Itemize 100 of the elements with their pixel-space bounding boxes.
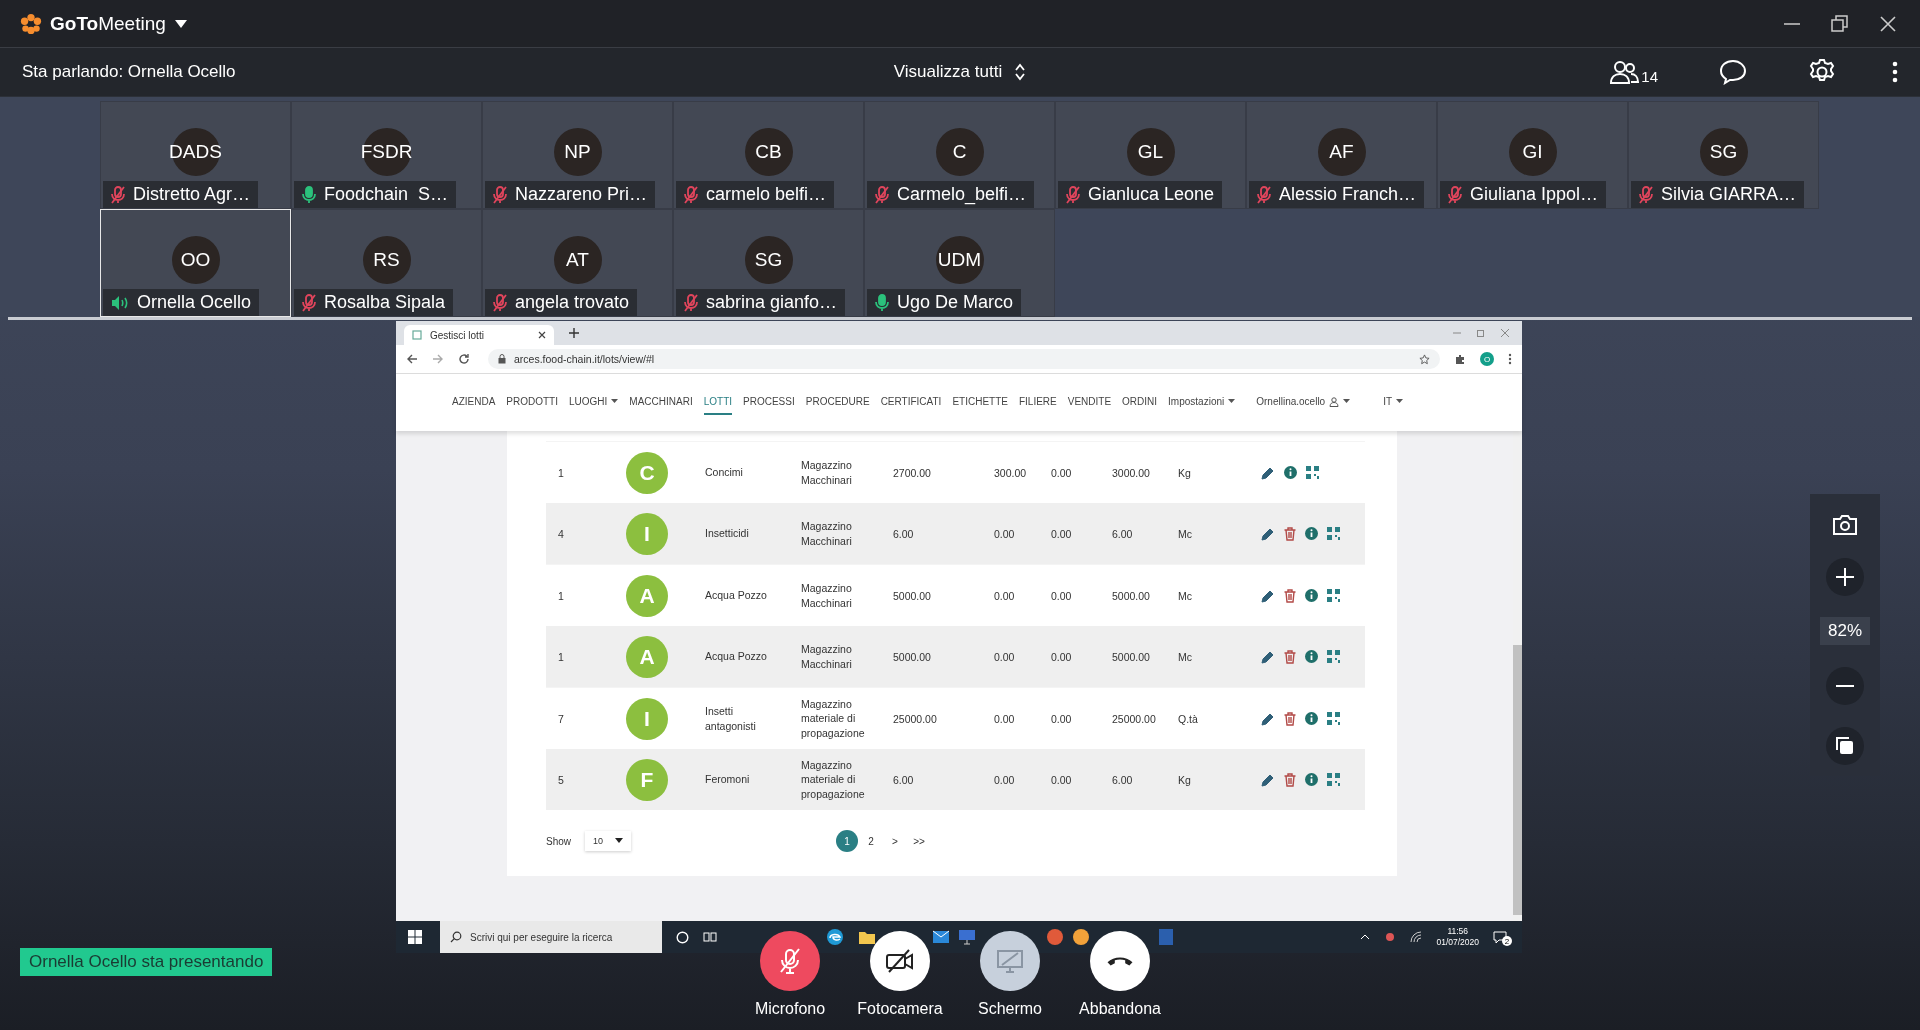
browser-app-icon[interactable]	[826, 928, 844, 946]
taskbar-search-field[interactable]: Scrivi qui per eseguire la ricerca	[440, 921, 662, 953]
edit-icon[interactable]	[1261, 465, 1275, 480]
new-tab-icon[interactable]	[568, 327, 580, 339]
participant-tile[interactable]: OO Ornella Ocello	[100, 209, 291, 317]
info-icon[interactable]	[1284, 466, 1297, 479]
taskbar-clock[interactable]: 11:56 01/07/2020	[1436, 925, 1479, 949]
info-icon[interactable]	[1305, 589, 1318, 602]
zoom-in-icon[interactable]	[1825, 556, 1865, 597]
participant-tile[interactable]: SG sabrina gianfo…	[673, 209, 864, 317]
star-icon[interactable]	[1419, 353, 1430, 365]
chat-icon[interactable]	[1718, 59, 1748, 85]
participant-tile[interactable]: DADS Distretto Agr…	[100, 101, 291, 209]
nav-link[interactable]: PRODOTTI	[506, 390, 558, 415]
more-icon[interactable]	[1892, 61, 1898, 83]
nav-link[interactable]: VENDITE	[1067, 390, 1112, 415]
nav-link[interactable]: Ornellina.ocello	[1256, 390, 1351, 415]
qr-code-icon[interactable]	[1327, 773, 1340, 786]
nav-link[interactable]: MACCHINARI	[629, 390, 693, 415]
delete-icon[interactable]	[1284, 588, 1296, 603]
nav-link[interactable]: IT	[1383, 390, 1404, 415]
participant-tile[interactable]: FSDR Foodchain S…	[291, 101, 482, 209]
nav-link[interactable]: LOTTI	[703, 390, 733, 415]
participant-tile[interactable]: GI Giuliana Ippol…	[1437, 101, 1628, 209]
page-size-select[interactable]: 10	[585, 831, 632, 851]
participant-tile[interactable]: SG Silvia GIARRA…	[1628, 101, 1819, 209]
avatar: NP	[553, 128, 602, 176]
page-button[interactable]: 2	[860, 830, 882, 852]
nav-link[interactable]: PROCESSI	[743, 390, 795, 415]
participant-tile[interactable]: RS Rosalba Sipala	[291, 209, 482, 317]
nav-link[interactable]: PROCEDURE	[805, 390, 870, 415]
reload-icon[interactable]	[458, 353, 470, 365]
delete-icon[interactable]	[1284, 711, 1296, 726]
mic-button[interactable]	[760, 931, 820, 991]
browser-tab[interactable]: Gestisci lotti	[404, 325, 554, 345]
edit-icon[interactable]	[1261, 649, 1275, 664]
participant-tile[interactable]: AF Alessio Franch…	[1246, 101, 1437, 209]
windows-start-icon[interactable]	[408, 930, 422, 944]
delete-icon[interactable]	[1284, 772, 1296, 787]
nav-link[interactable]: ORDINI	[1122, 390, 1158, 415]
qr-code-icon[interactable]	[1327, 650, 1340, 663]
back-icon[interactable]	[406, 353, 418, 365]
info-icon[interactable]	[1305, 712, 1318, 725]
close-icon[interactable]	[538, 331, 546, 339]
info-icon[interactable]	[1305, 650, 1318, 663]
network-icon[interactable]	[1410, 931, 1423, 943]
qr-code-icon[interactable]	[1327, 527, 1340, 540]
delete-icon[interactable]	[1284, 649, 1296, 664]
participants-icon[interactable]	[1609, 59, 1640, 85]
participant-tile[interactable]: GL Gianluca Leone	[1055, 101, 1246, 209]
notifications-icon[interactable]	[1493, 930, 1507, 944]
next-page-button[interactable]: >	[884, 830, 906, 852]
close-icon[interactable]	[1878, 13, 1898, 34]
delete-icon[interactable]	[1284, 526, 1296, 541]
cortana-icon[interactable]	[676, 930, 689, 944]
page-button[interactable]: 1	[836, 830, 858, 852]
task-view-icon[interactable]	[703, 931, 717, 943]
nav-link[interactable]: AZIENDA	[452, 390, 496, 415]
restore-icon[interactable]	[1830, 13, 1850, 34]
qr-code-icon[interactable]	[1327, 712, 1340, 725]
camera-icon[interactable]	[1832, 514, 1858, 536]
view-all-dropdown[interactable]: Visualizza tutti	[887, 58, 1033, 86]
participant-tile[interactable]: AT angela trovato	[482, 209, 673, 317]
copy-icon[interactable]	[1825, 726, 1865, 766]
participant-tile[interactable]: NP Nazzareno Pri…	[482, 101, 673, 209]
tray-icon[interactable]	[1384, 931, 1397, 943]
name-tag: Alessio Franch…	[1249, 181, 1425, 208]
nav-link[interactable]: ETICHETTE	[952, 390, 1008, 415]
qr-code-icon[interactable]	[1306, 466, 1319, 479]
participant-tile[interactable]: CB carmelo belfi…	[673, 101, 864, 209]
address-bar[interactable]: arces.food-chain.it/lots/view/#l	[488, 349, 1440, 369]
info-icon[interactable]	[1305, 527, 1318, 540]
qr-code-icon[interactable]	[1327, 589, 1340, 602]
folder-icon[interactable]	[858, 929, 876, 945]
document-app-icon[interactable]	[1158, 928, 1174, 946]
chevron-up-icon[interactable]	[1360, 933, 1371, 941]
edit-icon[interactable]	[1261, 526, 1275, 541]
avatar: SG	[1699, 128, 1748, 176]
zoom-out-icon[interactable]	[1825, 665, 1865, 706]
monitor-app-icon[interactable]	[958, 929, 976, 945]
info-icon[interactable]	[1305, 773, 1318, 786]
nav-link[interactable]: CERTIFICATI	[880, 390, 942, 415]
nav-link[interactable]: LUOGHI	[569, 390, 619, 415]
edit-icon[interactable]	[1261, 588, 1275, 603]
nav-link[interactable]: Impostazioni	[1168, 390, 1236, 415]
participant-tile[interactable]: UDM Ugo De Marco	[864, 209, 1055, 317]
app-icon[interactable]	[1072, 928, 1090, 946]
mail-icon[interactable]	[932, 930, 950, 944]
more-icon[interactable]	[1508, 353, 1512, 365]
app-icon[interactable]	[1046, 928, 1064, 946]
camera-button[interactable]	[870, 931, 930, 991]
participant-tile[interactable]: C Carmelo_belfi…	[864, 101, 1055, 209]
avatar: OO	[171, 236, 220, 284]
leave-button[interactable]	[1090, 931, 1150, 991]
extensions-icon[interactable]	[1454, 353, 1466, 365]
edit-icon[interactable]	[1261, 711, 1275, 726]
nav-link[interactable]: FILIERE	[1018, 390, 1057, 415]
edit-icon[interactable]	[1261, 772, 1275, 787]
caret-icon[interactable]	[173, 18, 188, 29]
last-page-button[interactable]: >>	[908, 830, 930, 852]
